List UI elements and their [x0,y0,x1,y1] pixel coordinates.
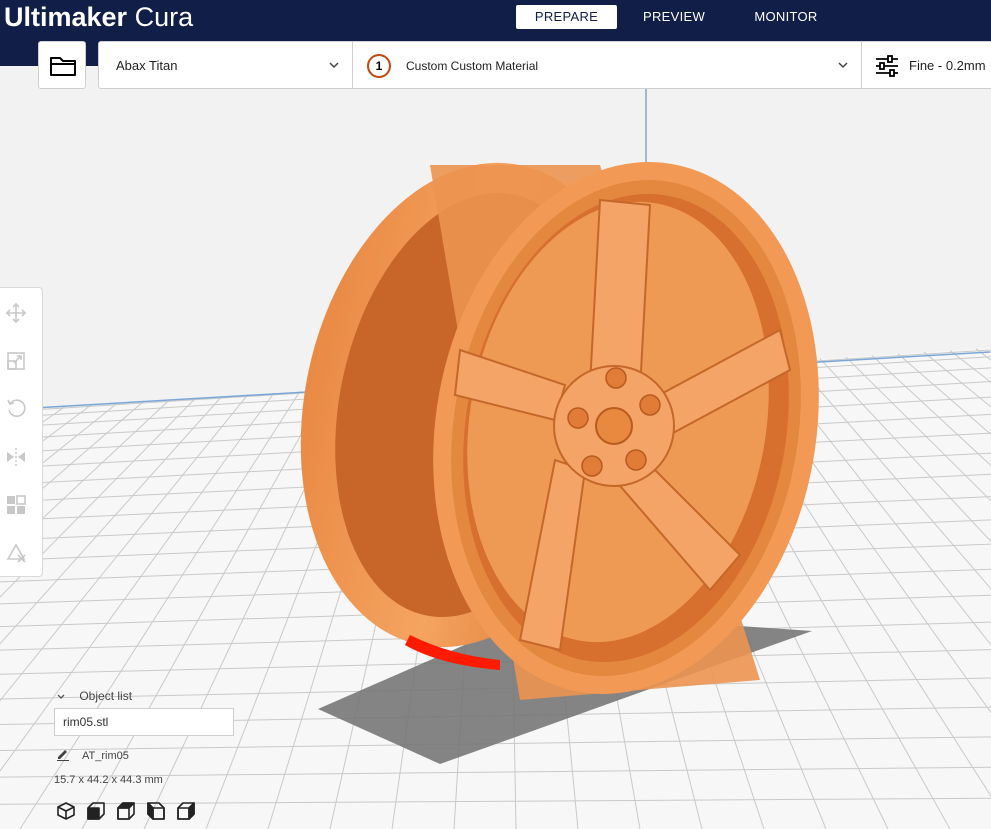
move-icon[interactable] [4,301,28,325]
stage-prepare-tab[interactable]: PREPARE [516,5,617,29]
object-list-item[interactable]: rim05.stl [54,708,234,736]
print-settings-selector[interactable]: Fine - 0.2mm [861,41,991,89]
material-selector[interactable]: 1 Custom Custom Material [352,41,862,89]
chevron-down-icon [838,62,848,69]
app-logo: Ultimaker Cura [4,1,193,33]
stage-monitor-tab[interactable]: MONITOR [740,5,832,29]
material-name: Custom Custom Material [406,59,539,73]
profile-name: Fine - 0.2mm [909,58,986,73]
folder-icon [50,57,76,76]
stage-preview-tab[interactable]: PREVIEW [628,5,720,29]
object-list-toggle[interactable]: Object list [56,689,132,703]
object-dimensions: 15.7 x 44.2 x 44.3 mm [54,774,163,786]
mirror-icon[interactable] [4,445,28,469]
scale-icon[interactable] [4,349,28,373]
support-blocker-icon[interactable] [4,541,28,565]
settings-sliders-icon [876,55,898,77]
extruder-badge: 1 [367,54,391,78]
printer-name: Abax Titan [116,58,178,73]
left-view-icon[interactable] [145,800,167,822]
chevron-down-icon [329,62,339,69]
per-model-settings-icon[interactable] [4,493,28,517]
3d-view-icon[interactable] [55,800,77,822]
logo-product: Cura [127,2,194,32]
printer-selector[interactable]: Abax Titan [98,41,353,89]
edit-pencil-icon[interactable] [56,747,70,761]
extruder-number: 1 [369,56,389,76]
open-file-button[interactable] [38,41,86,89]
front-view-icon[interactable] [85,800,107,822]
right-view-icon[interactable] [175,800,197,822]
tool-panel [0,287,43,577]
chevron-down-icon [57,694,65,699]
logo-brand: Ultimaker [4,2,128,32]
object-list-label: Object list [79,689,133,703]
object-name: AT_rim05 [82,750,129,762]
top-view-icon[interactable] [115,800,137,822]
rotate-icon[interactable] [4,396,28,420]
